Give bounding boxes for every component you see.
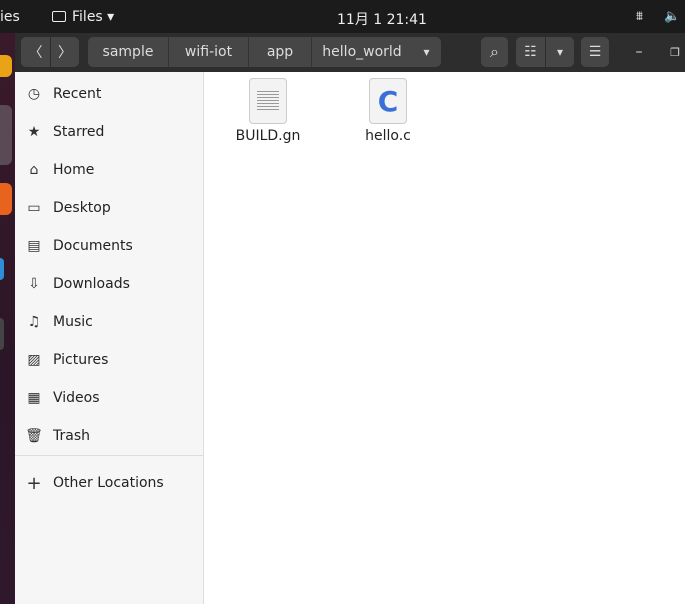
videos-icon: ▦	[27, 390, 41, 406]
crumb-app[interactable]: app	[249, 37, 312, 67]
dock-app-icon[interactable]	[0, 183, 12, 215]
file-item-build-gn[interactable]: BUILD.gn	[223, 78, 313, 144]
back-button[interactable]: 〈	[21, 37, 50, 67]
file-view: BUILD.gn C hello.c	[204, 72, 685, 604]
dock-app-icon[interactable]	[0, 105, 12, 165]
volume-icon[interactable]: 🔈	[664, 9, 680, 24]
app-menu[interactable]: Files ▾	[52, 9, 114, 25]
file-item-hello-c[interactable]: C hello.c	[343, 78, 433, 144]
app-menu-label: Files ▾	[72, 9, 115, 25]
clock[interactable]: 11月 1 21:41	[337, 9, 427, 29]
sidebar-item-other-locations[interactable]: + Other Locations	[15, 464, 203, 502]
file-name: hello.c	[365, 128, 411, 144]
sidebar-item-home[interactable]: ⌂ Home	[15, 151, 203, 189]
star-icon: ★	[27, 124, 41, 140]
crumb-wifi-iot[interactable]: wifi-iot	[169, 37, 249, 67]
chevron-down-icon[interactable]: ▾	[412, 37, 441, 67]
pictures-icon: ▨	[27, 352, 41, 368]
sidebar-item-label: Desktop	[53, 200, 111, 216]
sidebar-item-label: Starred	[53, 124, 105, 140]
activities-button[interactable]: ies	[0, 9, 20, 25]
sidebar-item-label: Videos	[53, 390, 100, 406]
sidebar-item-starred[interactable]: ★ Starred	[15, 113, 203, 151]
home-icon: ⌂	[29, 162, 39, 178]
sidebar-item-label: Pictures	[53, 352, 109, 368]
top-bar: ies Files ▾ 11月 1 21:41 ⩩ 🔈	[0, 0, 685, 33]
sidebar-item-label: Other Locations	[53, 475, 164, 491]
sidebar-item-label: Downloads	[53, 276, 130, 292]
sidebar-item-recent[interactable]: ◷ Recent	[15, 75, 203, 113]
trash-icon: 🗑	[25, 428, 43, 444]
sidebar-item-trash[interactable]: 🗑 Trash	[15, 417, 203, 455]
desktop-icon: ▭	[27, 200, 41, 216]
plus-icon: +	[26, 472, 42, 494]
text-file-icon	[249, 78, 287, 124]
sidebar-item-videos[interactable]: ▦ Videos	[15, 379, 203, 417]
sidebar-divider	[15, 455, 203, 456]
documents-icon: ▤	[27, 238, 41, 254]
dock-app-icon[interactable]	[0, 318, 4, 350]
sidebar-item-label: Recent	[53, 86, 102, 102]
crumb-hello-world[interactable]: hello_world	[312, 37, 412, 67]
sidebar-item-label: Music	[53, 314, 93, 330]
forward-button[interactable]: 〉	[51, 37, 79, 67]
breadcrumb: sample wifi-iot app hello_world ▾	[88, 37, 441, 67]
sidebar: ◷ Recent ★ Starred ⌂ Home ▭ Desktop ▤ Documen…	[15, 72, 204, 604]
sidebar-item-label: Trash	[53, 428, 90, 444]
dock	[0, 33, 15, 604]
folder-icon	[52, 11, 66, 22]
maximize-button[interactable]: ❐	[665, 37, 685, 67]
search-button[interactable]: ⌕	[481, 37, 508, 67]
minimize-button[interactable]: –	[627, 37, 651, 67]
sidebar-item-label: Home	[53, 162, 95, 178]
sidebar-item-label: Documents	[53, 238, 133, 254]
sidebar-item-downloads[interactable]: ⇩ Downloads	[15, 265, 203, 303]
sidebar-item-documents[interactable]: ▤ Documents	[15, 227, 203, 265]
clock-icon: ◷	[27, 86, 41, 102]
network-icon[interactable]: ⩩	[636, 9, 643, 24]
downloads-icon: ⇩	[28, 276, 40, 292]
view-options-button[interactable]: ▾	[546, 37, 574, 67]
menu-button[interactable]: ☰	[581, 37, 609, 67]
sidebar-item-pictures[interactable]: ▨ Pictures	[15, 341, 203, 379]
header-bar: 〈 〉 sample wifi-iot app hello_world ▾ ⌕ …	[15, 33, 685, 72]
sidebar-item-music[interactable]: ♫ Music	[15, 303, 203, 341]
crumb-sample[interactable]: sample	[88, 37, 169, 67]
dock-app-icon[interactable]	[0, 258, 4, 280]
music-icon: ♫	[27, 314, 41, 330]
dock-app-icon[interactable]	[0, 55, 12, 77]
file-name: BUILD.gn	[235, 128, 301, 144]
sidebar-item-desktop[interactable]: ▭ Desktop	[15, 189, 203, 227]
view-list-icon[interactable]: ☷	[516, 37, 545, 67]
c-source-icon: C	[369, 78, 407, 124]
